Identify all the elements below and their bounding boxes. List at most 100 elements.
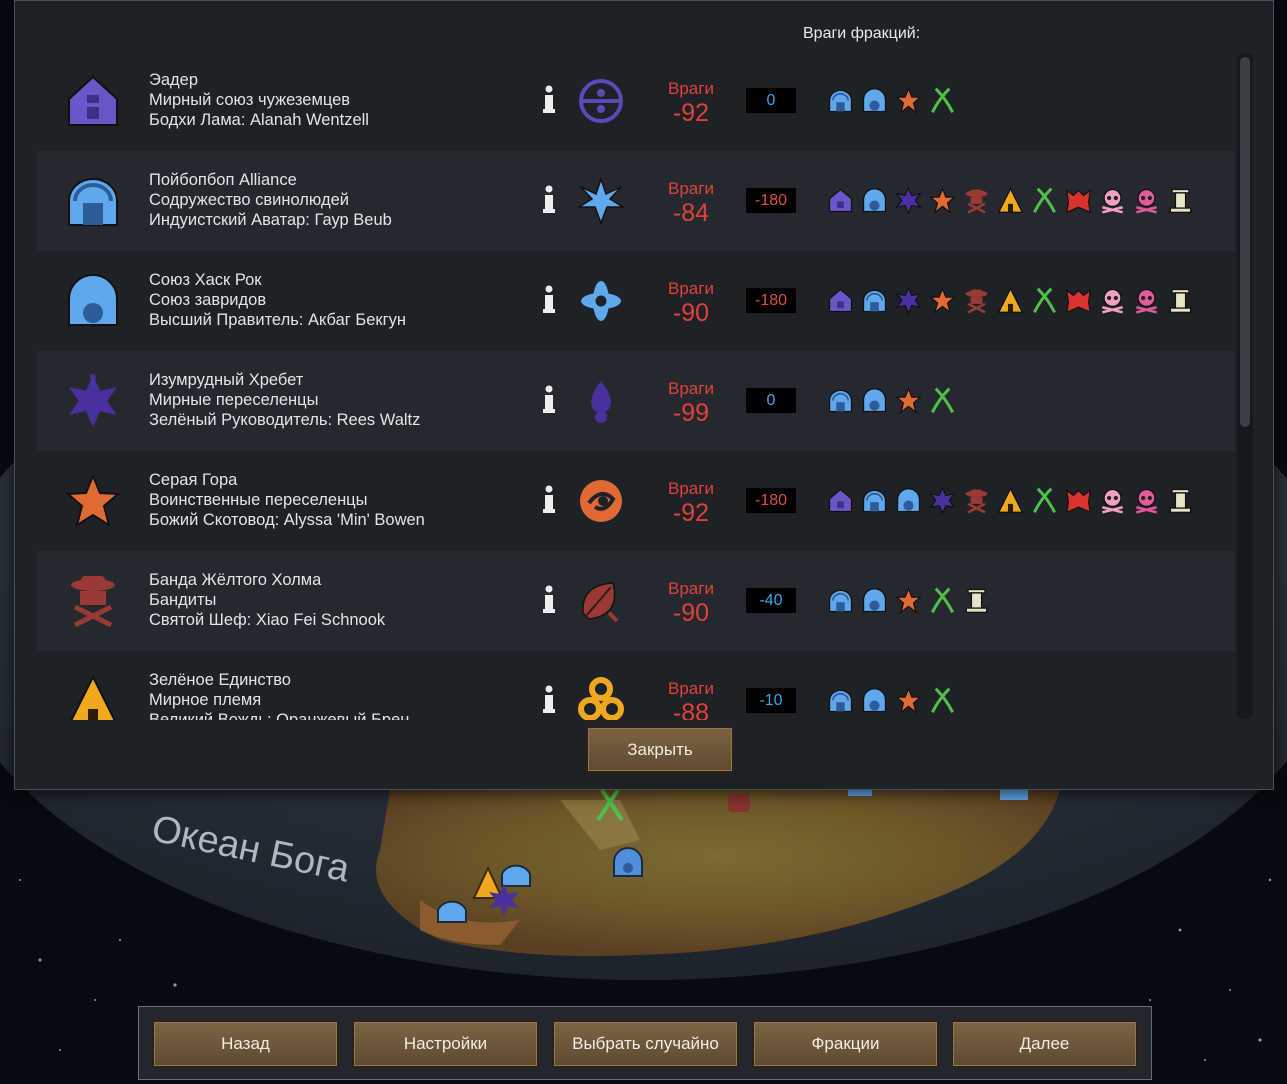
relation-label: Враги [668, 579, 714, 598]
relation-label: Враги [668, 379, 714, 398]
sheriff-star-icon [69, 374, 117, 427]
goodwill-value: 0 [746, 88, 796, 113]
igloo-icon[interactable] [861, 187, 888, 214]
relation-value: -90 [672, 299, 710, 327]
hut-icon[interactable] [827, 87, 854, 114]
crossed-sticks-icon[interactable] [929, 387, 956, 414]
crossed-sticks-icon[interactable] [929, 587, 956, 614]
map-marker-bandit [728, 794, 750, 812]
tent-icon[interactable] [997, 287, 1024, 314]
pink-skull-icon[interactable] [1133, 187, 1160, 214]
faction-leader: Святой Шеф: Xiao Fei Schnook [149, 611, 386, 629]
info-icon[interactable] [541, 185, 557, 215]
crossed-sticks-icon[interactable] [1031, 487, 1058, 514]
igloo-icon[interactable] [895, 487, 922, 514]
pillar-icon[interactable] [1167, 487, 1194, 514]
back-button[interactable]: Назад [152, 1020, 339, 1068]
star-icon[interactable] [895, 87, 922, 114]
igloo-icon [68, 274, 118, 326]
house-icon[interactable] [827, 287, 854, 314]
igloo-icon[interactable] [861, 587, 888, 614]
close-button[interactable]: Закрыть [586, 726, 734, 773]
orbit-ideo-icon[interactable] [577, 277, 625, 325]
factions-button[interactable]: Фракции [752, 1020, 939, 1068]
hut-icon[interactable] [861, 287, 888, 314]
bandit-icon[interactable] [963, 187, 990, 214]
hut-icon [68, 178, 118, 226]
goodwill-value: -10 [746, 688, 796, 713]
burst-ideo-icon[interactable] [577, 177, 625, 225]
igloo-icon[interactable] [861, 687, 888, 714]
crossed-sticks-icon[interactable] [929, 87, 956, 114]
faction-type: Мирные переселенцы [149, 391, 319, 409]
house-icon[interactable] [827, 487, 854, 514]
pillar-icon[interactable] [963, 587, 990, 614]
hut-icon[interactable] [827, 587, 854, 614]
skull-icon[interactable] [1099, 187, 1126, 214]
enemy-factions-icons [827, 487, 1194, 515]
drop-ideo-icon[interactable] [577, 377, 625, 425]
bandit-icon[interactable] [963, 287, 990, 314]
circle-ideo-icon[interactable] [577, 77, 625, 125]
star-icon[interactable] [895, 687, 922, 714]
info-icon[interactable] [541, 685, 557, 715]
sheriff-star-icon[interactable] [929, 487, 956, 514]
faction-name: Серая Гора [149, 471, 238, 489]
bandit-icon[interactable] [963, 487, 990, 514]
sheriff-star-icon[interactable] [895, 287, 922, 314]
next-button[interactable]: Далее [951, 1020, 1138, 1068]
relation-value: -92 [672, 499, 710, 527]
star-icon[interactable] [929, 187, 956, 214]
enemy-factions-icons [827, 687, 956, 715]
enemy-factions-icons [827, 587, 990, 615]
random-button[interactable]: Выбрать случайно [552, 1020, 739, 1068]
pink-skull-icon[interactable] [1133, 287, 1160, 314]
faction-row: Эадер Мирный союз чужеземцев Бодхи Лама:… [37, 51, 1235, 151]
faction-row: Банда Жёлтого Холма Бандиты Святой Шеф: … [37, 551, 1235, 651]
hut-icon[interactable] [861, 487, 888, 514]
info-icon[interactable] [541, 285, 557, 315]
hut-icon[interactable] [827, 387, 854, 414]
list-scrollbar[interactable] [1237, 53, 1253, 719]
crossed-sticks-icon[interactable] [1031, 187, 1058, 214]
faction-leader: Высший Правитель: Акбаг Бекгун [149, 311, 406, 329]
relation-label: Враги [668, 679, 714, 698]
faction-type: Содружество свинолюдей [149, 191, 349, 209]
info-icon[interactable] [541, 85, 557, 115]
faction-name: Банда Жёлтого Холма [149, 571, 322, 589]
enemy-factions-icons [827, 287, 1194, 315]
trinity-ideo-icon[interactable] [577, 677, 625, 720]
skull-icon[interactable] [1099, 287, 1126, 314]
scrollbar-thumb[interactable] [1240, 57, 1250, 427]
star-icon[interactable] [895, 587, 922, 614]
house-icon[interactable] [827, 187, 854, 214]
crossed-sticks-icon[interactable] [1031, 287, 1058, 314]
hut-icon[interactable] [827, 687, 854, 714]
demon-icon[interactable] [1065, 287, 1092, 314]
sheriff-star-icon[interactable] [895, 187, 922, 214]
pillar-icon[interactable] [1167, 187, 1194, 214]
igloo-icon[interactable] [861, 387, 888, 414]
pillar-icon[interactable] [1167, 287, 1194, 314]
demon-icon[interactable] [1065, 187, 1092, 214]
demon-icon[interactable] [1065, 487, 1092, 514]
goodwill-value: -180 [746, 488, 796, 513]
relation-value: -84 [672, 199, 710, 227]
igloo-icon[interactable] [861, 87, 888, 114]
faction-list[interactable]: Эадер Мирный союз чужеземцев Бодхи Лама:… [37, 51, 1235, 720]
skull-icon[interactable] [1099, 487, 1126, 514]
leaf-ideo-icon[interactable] [577, 577, 625, 625]
star-icon[interactable] [895, 387, 922, 414]
info-icon[interactable] [541, 485, 557, 515]
tent-icon[interactable] [997, 187, 1024, 214]
pink-skull-icon[interactable] [1133, 487, 1160, 514]
faction-type: Мирный союз чужеземцев [149, 91, 351, 109]
relation-value: -92 [672, 99, 710, 127]
info-icon[interactable] [541, 385, 557, 415]
star-icon[interactable] [929, 287, 956, 314]
eye-ideo-icon[interactable] [577, 477, 625, 525]
crossed-sticks-icon[interactable] [929, 687, 956, 714]
info-icon[interactable] [541, 585, 557, 615]
settings-button[interactable]: Настройки [352, 1020, 539, 1068]
tent-icon[interactable] [997, 487, 1024, 514]
